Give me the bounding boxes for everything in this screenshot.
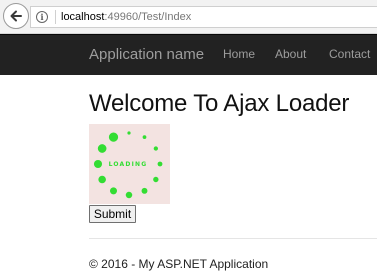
navbar-brand[interactable]: Application name — [89, 46, 204, 63]
back-button[interactable] — [3, 3, 29, 29]
nav-link-home[interactable]: Home — [223, 47, 255, 61]
spinner-dot — [97, 144, 107, 153]
address-bar[interactable]: i localhost:49960/Test/Index — [30, 6, 377, 28]
spinner-dot — [142, 135, 147, 140]
spinner-dot — [93, 159, 103, 169]
nav-link-contact[interactable]: Contact — [329, 47, 370, 61]
back-arrow-icon — [10, 10, 22, 22]
spinner-dot — [125, 191, 133, 199]
spinner-dot — [98, 175, 106, 184]
loading-label: LOADING — [109, 161, 148, 168]
submit-button[interactable]: Submit — [89, 205, 136, 223]
spinner-dot — [108, 132, 119, 142]
spinner-dot — [153, 146, 158, 151]
spinner-dot — [157, 161, 163, 167]
spinner-dot — [109, 187, 118, 195]
nav-link-about[interactable]: About — [275, 47, 306, 61]
page-title: Welcome To Ajax Loader — [89, 90, 350, 117]
url-path: :49960/Test/Index — [104, 11, 192, 23]
site-navbar: Application name Home About Contact — [0, 34, 377, 75]
footer-text: © 2016 - My ASP.NET Application — [89, 257, 269, 271]
spinner-dot — [127, 131, 131, 135]
address-separator — [55, 10, 56, 24]
loading-spinner: LOADING — [89, 124, 170, 204]
info-icon[interactable]: i — [36, 11, 48, 23]
footer-divider — [89, 238, 377, 239]
url-host: localhost — [61, 11, 105, 23]
browser-toolbar: i localhost:49960/Test/Index — [0, 0, 377, 34]
spinner-dot — [153, 176, 159, 183]
spinner-dot — [141, 187, 148, 194]
